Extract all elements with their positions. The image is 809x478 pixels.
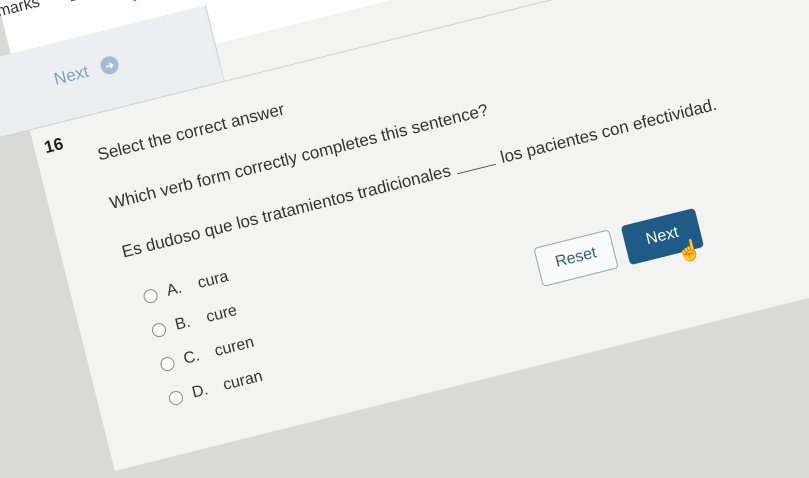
answer-blank	[454, 150, 496, 174]
option-letter: D.	[190, 380, 216, 403]
option-text: cure	[204, 302, 239, 327]
option-text: cura	[196, 268, 231, 293]
sentence-end: los pacientes con efectividad.	[499, 95, 719, 167]
option-a[interactable]: A. cura	[142, 268, 231, 307]
option-letter: B.	[173, 312, 199, 335]
radio-button[interactable]	[142, 288, 159, 305]
sentence-start: Es dudoso que los tratamientos tradicion…	[120, 161, 453, 261]
option-text: curan	[221, 368, 264, 395]
radio-button[interactable]	[151, 322, 168, 339]
question-instruction: Select the correct answer	[96, 100, 287, 166]
question-prompt: Which verb form correctly completes this…	[108, 100, 491, 214]
option-letter: C.	[182, 346, 208, 369]
option-text: curen	[213, 334, 256, 361]
radio-button[interactable]	[159, 356, 176, 373]
reset-button[interactable]: Reset	[533, 229, 618, 287]
radio-button[interactable]	[168, 390, 185, 407]
option-c[interactable]: C. curen	[159, 334, 257, 375]
option-d[interactable]: D. curan	[167, 368, 265, 409]
question-number: 16	[42, 134, 65, 158]
option-b[interactable]: B. cure	[150, 302, 239, 341]
photographed-screen: okmarks Pretest: Health Next ➜ 16 Select…	[0, 0, 809, 471]
option-letter: A.	[165, 278, 191, 301]
